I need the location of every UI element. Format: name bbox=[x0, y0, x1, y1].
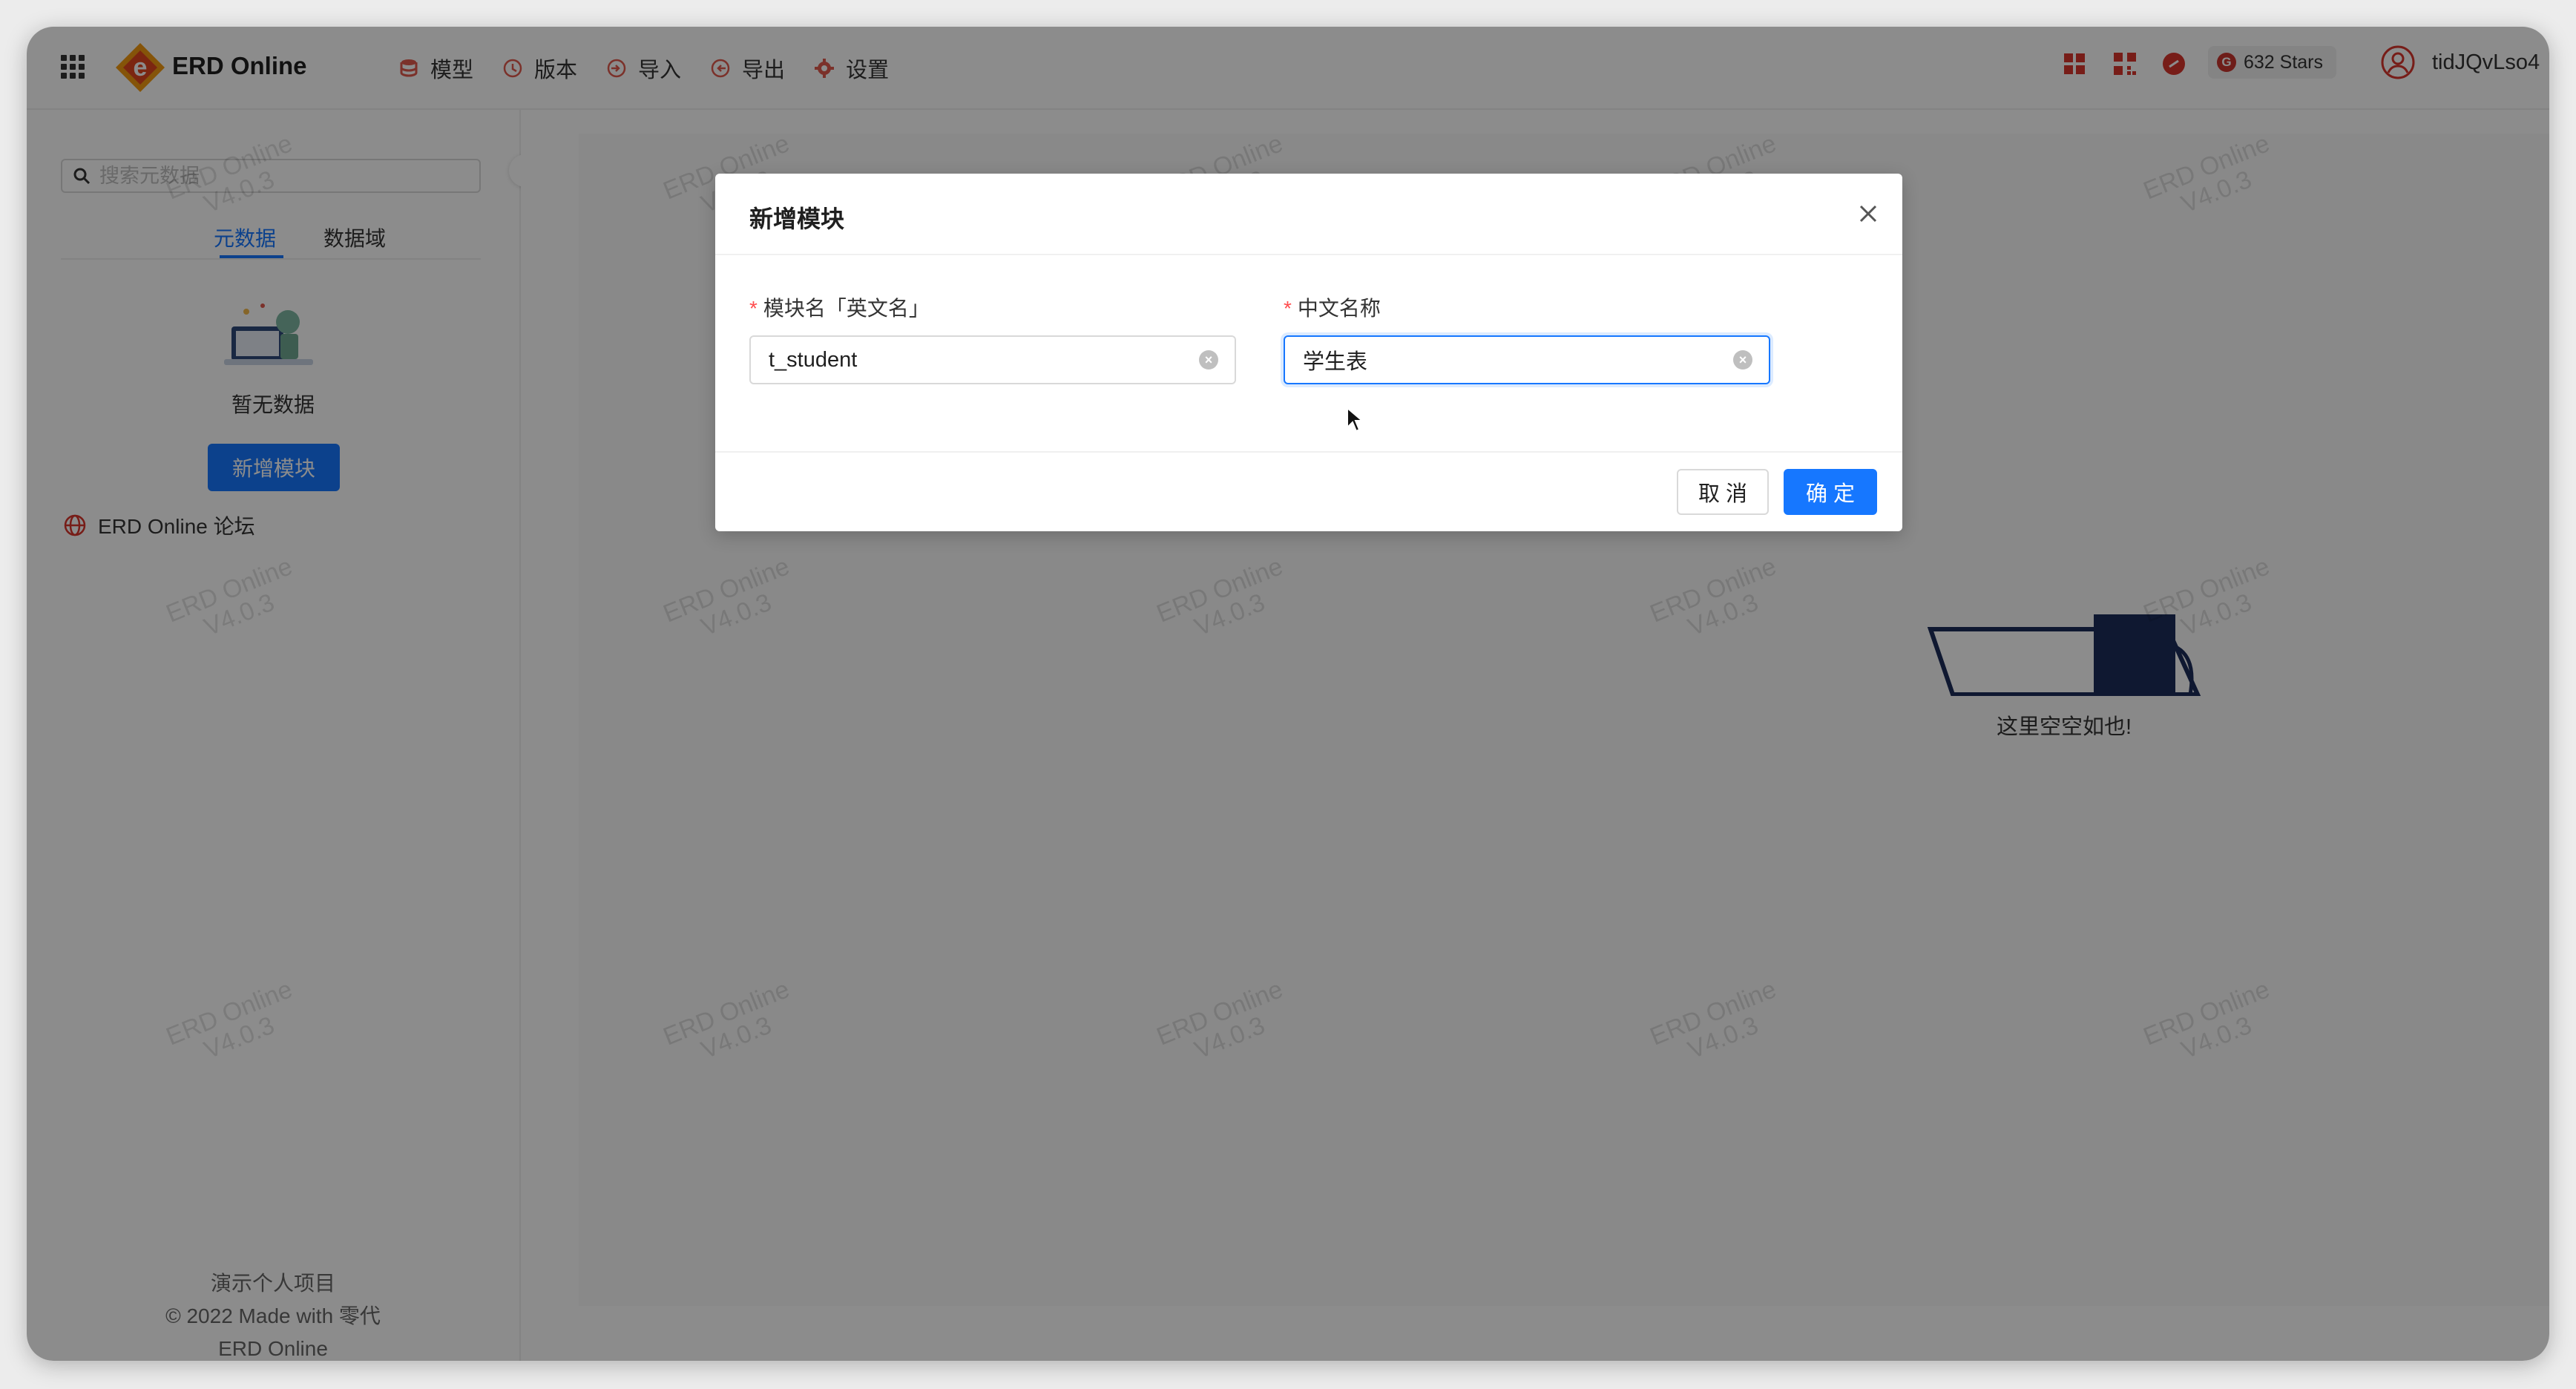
confirm-button[interactable]: 确 定 bbox=[1784, 469, 1877, 515]
english-name-label-text: 模块名「英文名」 bbox=[763, 297, 930, 320]
dialog-title: 新增模块 bbox=[749, 206, 845, 232]
add-module-dialog: 新增模块 *模块名「英文名」 × *中文名称 × 取 消 确 定 bbox=[715, 174, 1902, 531]
dialog-footer: 取 消 确 定 bbox=[715, 451, 1902, 533]
required-mark: * bbox=[1284, 297, 1292, 320]
clear-icon[interactable]: × bbox=[1733, 350, 1752, 370]
chinese-name-label-text: 中文名称 bbox=[1297, 297, 1381, 320]
required-mark: * bbox=[749, 297, 758, 320]
close-icon[interactable] bbox=[1855, 200, 1882, 227]
chinese-name-label: * 中文名称 bbox=[1284, 292, 1381, 322]
english-name-field[interactable]: × bbox=[749, 335, 1236, 384]
app-window: e ERD Online 模型 版本 导入 导出 设置 G 632 Stars … bbox=[27, 27, 2549, 1361]
clear-icon[interactable]: × bbox=[1199, 350, 1218, 370]
chinese-name-input[interactable] bbox=[1301, 347, 1720, 373]
chinese-name-field[interactable]: × bbox=[1284, 335, 1770, 384]
dialog-header: 新增模块 bbox=[715, 174, 1902, 255]
mouse-cursor-icon bbox=[1347, 407, 1364, 433]
english-name-input[interactable] bbox=[767, 347, 1186, 373]
cancel-button[interactable]: 取 消 bbox=[1677, 469, 1769, 515]
english-name-label: * 模块名「英文名」 bbox=[749, 292, 930, 322]
